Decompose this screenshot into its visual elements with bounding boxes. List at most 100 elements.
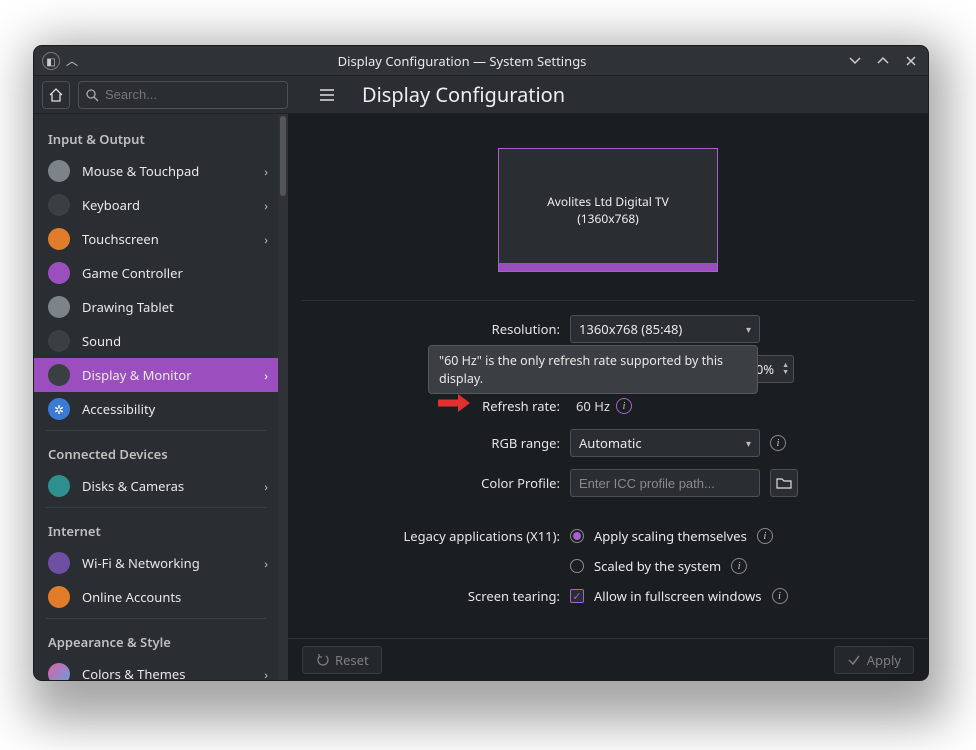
sidebar-item-keyboard[interactable]: Keyboard› (34, 188, 278, 222)
sidebar-scrollbar[interactable] (278, 114, 288, 680)
sidebar-item-wi-fi-networking[interactable]: Wi-Fi & Networking› (34, 546, 278, 580)
monitor-mode: (1360x768) (577, 210, 639, 227)
keep-above-icon[interactable]: ︿ (66, 52, 78, 69)
annotation-arrow (436, 392, 472, 414)
sidebar-section-header: Internet (34, 512, 278, 546)
sidebar-section-header: Input & Output (34, 120, 278, 154)
info-icon[interactable]: i (772, 588, 788, 604)
legacy-opt1-label: Apply scaling themselves (594, 527, 747, 545)
apply-label: Apply (867, 651, 901, 669)
chevron-right-icon: › (264, 478, 268, 495)
sidebar-item-display-monitor[interactable]: Display & Monitor› (34, 358, 278, 392)
maximize-button[interactable] (874, 52, 892, 70)
page-title: Display Configuration (362, 81, 565, 108)
resolution-label: Resolution: (304, 320, 560, 338)
keyboard-icon (48, 194, 70, 216)
menu-icon (318, 86, 336, 104)
rgb-range-label: RGB range: (304, 434, 560, 452)
sidebar-item-label: Online Accounts (82, 588, 268, 606)
chevron-right-icon: › (264, 197, 268, 214)
info-icon[interactable]: i (616, 398, 632, 414)
sidebar-item-label: Game Controller (82, 264, 268, 282)
color-profile-field[interactable] (570, 469, 760, 497)
legacy-opt2-label: Scaled by the system (594, 557, 721, 575)
reset-button[interactable]: Reset (302, 646, 382, 674)
rgb-range-select[interactable]: Automatic ▾ (570, 429, 760, 457)
apply-button[interactable]: Apply (834, 646, 914, 674)
tablet-icon (48, 296, 70, 318)
display-settings-form: Resolution: 1360x768 (85:48) ▾ Scale: (288, 301, 928, 605)
hamburger-menu-button[interactable] (314, 82, 340, 108)
sidebar-item-online-accounts[interactable]: Online Accounts (34, 580, 278, 614)
refresh-rate-label: Refresh rate: (304, 397, 560, 415)
resolution-select[interactable]: 1360x768 (85:48) ▾ (570, 315, 760, 343)
chevron-right-icon: › (264, 231, 268, 248)
settings-window: ◧ ︿ Display Configuration — System Setti… (34, 46, 928, 680)
monitor-thumbnail[interactable]: Avolites Ltd Digital TV (1360x768) (498, 148, 718, 272)
disk-icon (48, 475, 70, 497)
sidebar-item-game-controller[interactable]: Game Controller (34, 256, 278, 290)
sidebar-section-header: Appearance & Style (34, 623, 278, 657)
monitor-name: Avolites Ltd Digital TV (547, 193, 669, 210)
screen-tearing-opt-label: Allow in fullscreen windows (594, 587, 762, 605)
sidebar-item-label: Mouse & Touchpad (82, 162, 264, 180)
rgb-range-value: Automatic (579, 434, 642, 452)
sidebar-item-touchscreen[interactable]: Touchscreen› (34, 222, 278, 256)
legacy-radio-apply-themselves[interactable] (570, 529, 584, 543)
chevron-right-icon: › (264, 666, 268, 681)
info-icon[interactable]: i (757, 528, 773, 544)
sidebar: Input & OutputMouse & Touchpad›Keyboard›… (34, 114, 278, 680)
resolution-value: 1360x768 (85:48) (579, 320, 682, 338)
colors-icon (48, 663, 70, 680)
sidebar-section-header: Connected Devices (34, 435, 278, 469)
info-icon[interactable]: i (770, 435, 786, 451)
mouse-icon (48, 160, 70, 182)
home-button[interactable] (42, 81, 70, 109)
chevron-down-icon: ▾ (746, 322, 751, 336)
touch-icon (48, 228, 70, 250)
header-toolbar: Display Configuration (34, 76, 928, 114)
legacy-radio-system-scaled[interactable] (570, 559, 584, 573)
sidebar-item-drawing-tablet[interactable]: Drawing Tablet (34, 290, 278, 324)
search-input[interactable] (105, 87, 281, 102)
minimize-button[interactable] (846, 52, 864, 70)
screen-tearing-label: Screen tearing: (304, 587, 560, 605)
title-bar: ◧ ︿ Display Configuration — System Setti… (34, 46, 928, 76)
app-menu-icon[interactable]: ◧ (42, 52, 60, 70)
wifi-icon (48, 552, 70, 574)
chevron-right-icon: › (264, 163, 268, 180)
sidebar-item-label: Accessibility (82, 400, 268, 418)
display-preview: Avolites Ltd Digital TV (1360x768) (288, 114, 928, 286)
content-pane: Avolites Ltd Digital TV (1360x768) Resol… (288, 114, 928, 680)
refresh-rate-value: 60 Hz (576, 397, 610, 415)
sidebar-item-colors-themes[interactable]: Colors & Themes› (34, 657, 278, 680)
accounts-icon (48, 586, 70, 608)
a11y-icon: ✲ (48, 398, 70, 420)
sidebar-item-mouse-touchpad[interactable]: Mouse & Touchpad› (34, 154, 278, 188)
window-title: Display Configuration — System Settings (78, 52, 846, 70)
gamepad-icon (48, 262, 70, 284)
undo-icon (315, 653, 329, 667)
close-button[interactable] (902, 52, 920, 70)
screen-tearing-checkbox[interactable] (570, 589, 584, 603)
check-icon (847, 653, 861, 667)
sidebar-item-label: Wi-Fi & Networking (82, 554, 264, 572)
search-field[interactable] (78, 81, 288, 109)
refresh-rate-tooltip: "60 Hz" is the only refresh rate support… (428, 345, 758, 394)
color-profile-label: Color Profile: (304, 474, 560, 492)
display-icon (48, 364, 70, 386)
sidebar-item-label: Touchscreen (82, 230, 264, 248)
legacy-apps-label: Legacy applications (X11): (304, 527, 560, 545)
sidebar-item-label: Keyboard (82, 196, 264, 214)
sidebar-item-label: Display & Monitor (82, 366, 264, 384)
sidebar-item-accessibility[interactable]: ✲ Accessibility (34, 392, 278, 426)
sidebar-item-disks-cameras[interactable]: Disks & Cameras› (34, 469, 278, 503)
sidebar-item-label: Drawing Tablet (82, 298, 268, 316)
sidebar-item-sound[interactable]: Sound (34, 324, 278, 358)
color-profile-input[interactable] (579, 476, 755, 491)
search-icon (85, 88, 99, 102)
reset-label: Reset (335, 651, 369, 669)
browse-button[interactable] (770, 469, 798, 497)
info-icon[interactable]: i (731, 558, 747, 574)
chevron-down-icon: ▾ (746, 436, 751, 450)
